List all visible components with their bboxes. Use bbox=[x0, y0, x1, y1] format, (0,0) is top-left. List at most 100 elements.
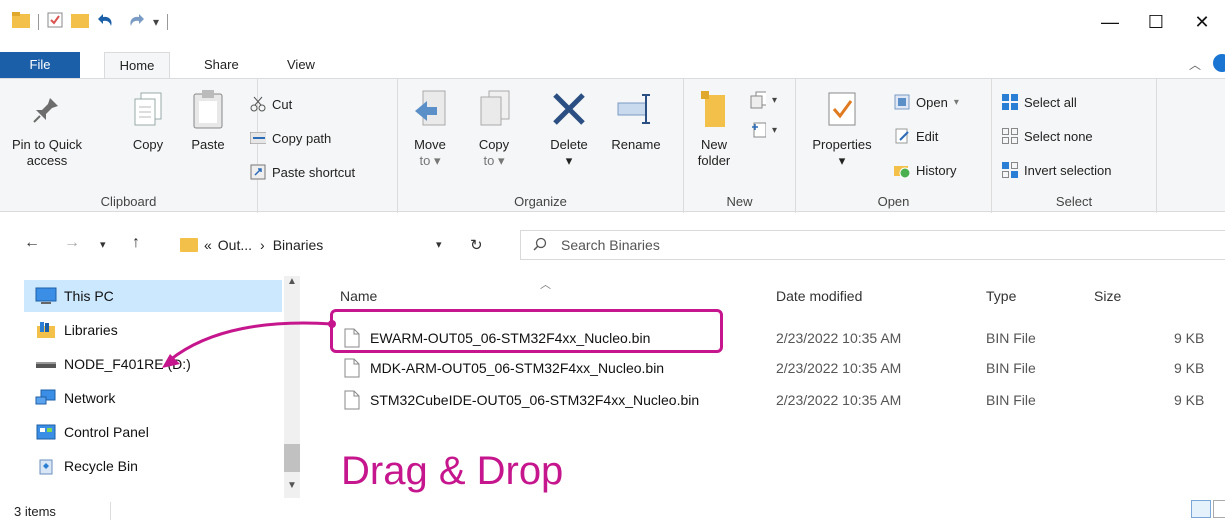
new-folder-button[interactable]: New folder bbox=[692, 87, 736, 169]
file-icon bbox=[344, 358, 360, 378]
help-icon[interactable] bbox=[1213, 54, 1225, 72]
file-date: 2/23/2022 10:35 AM bbox=[776, 330, 902, 346]
copy-path-button[interactable]: Copy path bbox=[250, 127, 331, 149]
libraries-icon bbox=[34, 320, 58, 340]
select-all-button[interactable]: Select all bbox=[1002, 91, 1077, 113]
rename-button[interactable]: Rename bbox=[606, 87, 666, 153]
delete-label: Delete bbox=[550, 137, 588, 152]
folder-icon bbox=[180, 238, 198, 252]
history-button[interactable]: History bbox=[894, 159, 956, 181]
maximize-button[interactable]: ☐ bbox=[1133, 0, 1179, 44]
select-none-button[interactable]: Select none bbox=[1002, 125, 1093, 147]
paste-shortcut-button[interactable]: Paste shortcut bbox=[250, 161, 355, 183]
item-count: 3 items bbox=[14, 504, 56, 519]
nav-item-recycle-bin[interactable]: Recycle Bin bbox=[24, 450, 282, 482]
select-group: Select all Select none Invert selection … bbox=[992, 79, 1157, 213]
recent-locations-icon[interactable]: ▾ bbox=[100, 238, 106, 251]
edit-label: Edit bbox=[916, 128, 939, 144]
scroll-up-icon[interactable]: ▲ bbox=[284, 276, 300, 294]
new-folder-icon[interactable] bbox=[71, 12, 89, 31]
new-folder-icon bbox=[694, 87, 734, 131]
column-name[interactable]: Name bbox=[340, 288, 377, 304]
address-dropdown-icon[interactable]: ▾ bbox=[436, 238, 442, 251]
pin-label: Pin to Quick bbox=[11, 137, 83, 152]
open-button[interactable]: Open ▾ bbox=[894, 91, 959, 113]
column-size[interactable]: Size bbox=[1094, 288, 1121, 304]
edit-button[interactable]: Edit bbox=[894, 125, 938, 147]
forward-arrow-icon[interactable]: → bbox=[64, 234, 80, 252]
paste-shortcut-icon bbox=[250, 164, 266, 180]
file-icon bbox=[344, 390, 360, 410]
file-name: STM32CubeIDE-OUT05_06-STM32F4xx_Nucleo.b… bbox=[370, 392, 700, 408]
search-input[interactable] bbox=[561, 237, 961, 253]
properties-button[interactable]: Properties ▾ bbox=[804, 87, 880, 169]
sort-ascending-icon: ︿ bbox=[540, 279, 551, 291]
copy-button[interactable]: Copy bbox=[128, 87, 168, 153]
invert-selection-button[interactable]: Invert selection bbox=[1002, 159, 1111, 181]
breadcrumb-parent[interactable]: Out... bbox=[218, 237, 252, 253]
up-arrow-icon[interactable]: ↑ bbox=[132, 234, 140, 252]
customize-toolbar-icon[interactable]: ▾ bbox=[153, 15, 159, 29]
redo-icon[interactable] bbox=[125, 12, 145, 31]
cut-button[interactable]: Cut bbox=[250, 93, 292, 115]
easy-access-button[interactable]: ▾ bbox=[750, 119, 777, 141]
new-item-button[interactable]: ▾ bbox=[750, 89, 777, 111]
large-icons-view-icon[interactable] bbox=[1213, 500, 1225, 518]
tab-home[interactable]: Home bbox=[104, 52, 170, 78]
nav-scrollbar[interactable]: ▲ ▼ bbox=[284, 276, 300, 498]
copy-path-icon bbox=[250, 130, 266, 146]
file-row[interactable]: MDK-ARM-OUT05_06-STM32F4xx_Nucleo.bin 2/… bbox=[340, 354, 1225, 384]
new-group: New folder ▾ ▾ New bbox=[684, 79, 796, 213]
address-bar: ← → ▾ ↑ « Out... › Binaries ▾ ↻ bbox=[0, 224, 1225, 264]
minimize-button[interactable]: — bbox=[1087, 0, 1133, 44]
copy-to-icon bbox=[474, 87, 514, 131]
collapse-ribbon-icon[interactable]: ︿ bbox=[1189, 56, 1201, 73]
copy-to-button[interactable]: Copy to ▾ bbox=[474, 87, 514, 169]
copy-to-label-2: to bbox=[483, 153, 495, 168]
clipboard-small-group: Cut Copy path Paste shortcut bbox=[236, 79, 398, 213]
paste-button[interactable]: Paste bbox=[186, 87, 230, 153]
column-type[interactable]: Type bbox=[986, 288, 1016, 304]
ribbon-tabs: File Home Share View bbox=[0, 52, 1225, 78]
navigation-pane: This PC Libraries NODE_F401RE (D:) Netwo… bbox=[0, 276, 300, 498]
ribbon: Pin to Quick access Copy Paste Clipboard… bbox=[0, 78, 1225, 213]
search-icon bbox=[533, 237, 547, 254]
highlight-box bbox=[330, 309, 723, 353]
close-button[interactable]: ✕ bbox=[1179, 0, 1225, 44]
edit-icon bbox=[894, 128, 910, 144]
file-row[interactable]: STM32CubeIDE-OUT05_06-STM32F4xx_Nucleo.b… bbox=[340, 386, 1225, 416]
file-size: 9 KB bbox=[1174, 360, 1205, 376]
breadcrumb-current[interactable]: Binaries bbox=[273, 237, 324, 253]
file-type: BIN File bbox=[986, 330, 1036, 346]
nav-label: Network bbox=[64, 390, 116, 406]
nav-item-control-panel[interactable]: Control Panel bbox=[24, 416, 282, 448]
drag-and-drop-label: Drag & Drop bbox=[341, 449, 564, 493]
undo-icon[interactable] bbox=[97, 12, 117, 31]
column-date-modified[interactable]: Date modified bbox=[776, 288, 862, 304]
pin-to-quick-access-button[interactable]: Pin to Quick access bbox=[6, 87, 88, 169]
tab-view[interactable]: View bbox=[287, 52, 315, 78]
path-overflow[interactable]: « bbox=[204, 237, 212, 253]
breadcrumb-separator[interactable]: › bbox=[260, 237, 265, 253]
address-path[interactable]: « Out... › Binaries ▾ bbox=[174, 230, 492, 260]
pin-icon bbox=[27, 87, 67, 131]
title-bar: ▾ — ☐ ✕ bbox=[0, 0, 1225, 44]
move-to-button[interactable]: Move to ▾ bbox=[410, 87, 450, 169]
tab-share[interactable]: Share bbox=[204, 52, 239, 78]
nav-item-network[interactable]: Network bbox=[24, 382, 282, 414]
refresh-icon[interactable]: ↻ bbox=[470, 236, 483, 254]
tab-file[interactable]: File bbox=[0, 52, 80, 78]
scroll-down-icon[interactable]: ▼ bbox=[284, 480, 300, 498]
search-box[interactable] bbox=[520, 230, 1225, 260]
details-view-icon[interactable] bbox=[1191, 500, 1211, 518]
drag-arrow-icon bbox=[162, 320, 336, 368]
new-group-label: New bbox=[726, 194, 753, 209]
nav-item-this-pc[interactable]: This PC bbox=[24, 280, 282, 312]
back-arrow-icon[interactable]: ← bbox=[24, 234, 40, 252]
scroll-thumb[interactable] bbox=[284, 444, 300, 472]
rename-label: Rename bbox=[611, 137, 661, 152]
properties-check-icon[interactable] bbox=[47, 12, 63, 31]
open-icon bbox=[894, 94, 910, 110]
delete-button[interactable]: Delete ▾ bbox=[542, 87, 596, 169]
paste-label: Paste bbox=[191, 137, 225, 152]
